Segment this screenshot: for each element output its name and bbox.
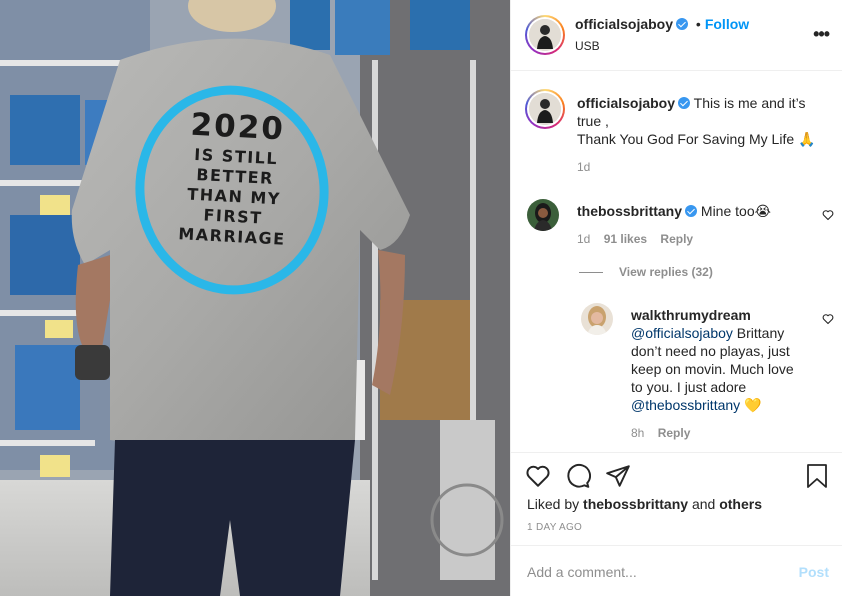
view-replies-button[interactable]: View replies (32) [579,265,713,279]
post-header: officialsojaboy • Follow USB ••• [511,0,842,71]
view-replies-line [579,272,603,274]
comment-item: thebossbrittany Mine too😭 1d 91 likes Re… [577,202,817,246]
photo-scene [0,0,510,596]
add-comment-bar: Post [511,545,842,596]
caption-time[interactable]: 1d [577,160,833,174]
author-avatar[interactable] [525,15,565,55]
comment-bubble-icon[interactable] [565,463,591,489]
reply-mention-1[interactable]: @officialsojaboy [631,325,733,341]
liked-user[interactable]: thebossbrittany [583,496,688,512]
reply-comment: walkthrumydream @officialsojaboy Brittan… [631,306,821,440]
reply-emoji: 💛 [740,397,762,413]
header-location: USB [575,37,600,53]
reply-meta: 8h Reply [631,426,821,440]
post-timestamp[interactable]: 1 DAY AGO [527,522,582,533]
reply-time[interactable]: 8h [631,426,644,440]
shirt-lines: IS STILL BETTER THAN MY FIRST MARRIAGE [177,144,287,249]
reply-text-1: Brittany [732,325,785,341]
comment-username[interactable]: thebossbrittany [577,203,682,219]
commenter-avatar[interactable] [527,199,559,231]
reply-text-3: keep on movin. Much love [631,361,794,377]
save-bookmark-icon[interactable] [805,463,829,489]
follow-button[interactable]: Follow [705,16,749,32]
caption-text-2: true , [577,113,609,129]
caption-text-1: This is me and it’s [693,95,806,111]
comment-likes[interactable]: 91 likes [604,232,647,246]
more-options-icon[interactable]: ••• [813,25,830,43]
comment-time[interactable]: 1d [577,232,590,246]
author-username[interactable]: officialsojaboy [575,16,673,32]
view-replies-label: View replies (32) [619,265,713,279]
avatar-woman-icon [527,199,559,231]
caption-avatar[interactable] [525,89,565,129]
reply-text-2: don’t need no playas, just [631,343,790,359]
liked-by: Liked by thebossbrittany and others [527,496,762,512]
avatar-person-icon [529,19,561,51]
avatar-person-icon [529,93,561,125]
reply-mention-2[interactable]: @thebossbrittany [631,397,740,413]
verified-badge-icon [678,97,691,109]
avatar-woman-icon [581,303,613,335]
liked-mid: and [688,496,720,512]
reply-text-4: to you. I just adore [631,379,747,395]
caption-text-3: Thank You God For Saving My Life 🙏 [577,131,816,147]
verified-badge-icon [676,18,689,30]
shirt-print: 2020 IS STILL BETTER THAN MY FIRST MARRI… [147,107,324,252]
comment-like-heart-icon[interactable] [822,209,834,221]
verified-badge-icon [685,205,698,217]
reply-username[interactable]: walkthrumydream [631,307,751,323]
comment-input[interactable] [527,562,777,582]
liked-others[interactable]: others [719,496,762,512]
comment-reply-button[interactable]: Reply [660,232,693,246]
header-top-line: officialsojaboy • Follow [575,16,749,32]
separator-dot: • [695,16,701,32]
reply-like-heart-icon[interactable] [822,313,834,325]
like-heart-icon[interactable] [525,463,551,489]
reply-avatar[interactable] [581,303,613,335]
post-button[interactable]: Post [799,564,829,580]
share-paper-plane-icon[interactable] [605,463,631,489]
instagram-post-view: 2020 IS STILL BETTER THAN MY FIRST MARRI… [0,0,842,596]
caption: officialsojaboy This is me and it’s true… [577,94,833,174]
liked-prefix: Liked by [527,496,584,512]
comment-text: Mine too😭 [700,203,771,219]
comment-meta: 1d 91 likes Reply [577,232,817,246]
post-side-panel: officialsojaboy • Follow USB ••• official… [510,0,842,596]
location-link[interactable]: USB [575,39,600,53]
reply-reply-button[interactable]: Reply [658,426,691,440]
caption-username[interactable]: officialsojaboy [577,95,675,111]
caption-line-1: officialsojaboy This is me and it’s [577,94,833,112]
post-photo[interactable]: 2020 IS STILL BETTER THAN MY FIRST MARRI… [0,0,510,596]
